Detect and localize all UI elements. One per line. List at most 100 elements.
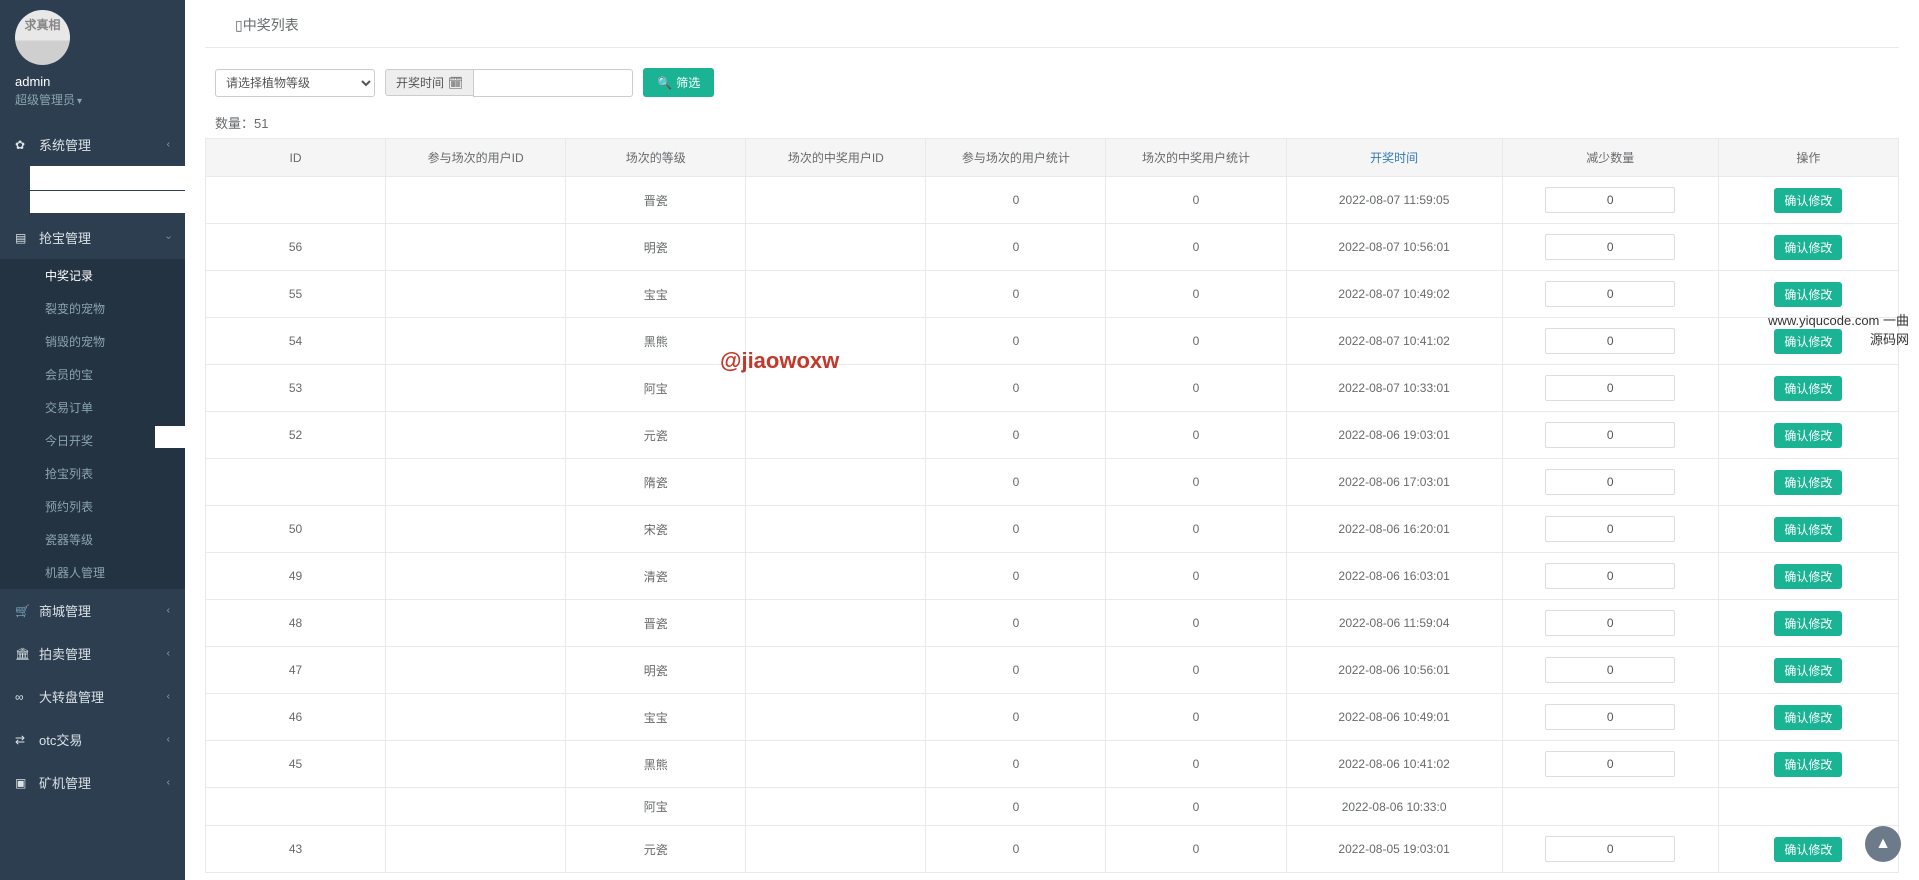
table-cell: 0 (1106, 459, 1286, 506)
col-win-stat[interactable]: 场次的中奖用户统计 (1106, 139, 1286, 177)
table-cell (746, 741, 926, 788)
table-cell (746, 647, 926, 694)
table-row: 49清瓷002022-08-06 16:03:01确认修改 (206, 553, 1899, 600)
confirm-button[interactable]: 确认修改 (1774, 517, 1842, 542)
qty-input[interactable] (1545, 657, 1675, 683)
sidebar-item-system[interactable]: ✿ 系统管理 ‹ (0, 123, 185, 166)
table-cell: 0 (926, 826, 1106, 873)
date-input[interactable] (473, 69, 633, 97)
sidebar-subitem[interactable]: 会员的宝 (0, 358, 185, 391)
col-user-stat[interactable]: 参与场次的用户统计 (926, 139, 1106, 177)
qty-input[interactable] (1545, 328, 1675, 354)
table-cell: 0 (1106, 412, 1286, 459)
qty-input[interactable] (1545, 563, 1675, 589)
qty-input[interactable] (1545, 610, 1675, 636)
table-cell (746, 177, 926, 224)
table-cell: 0 (926, 506, 1106, 553)
table-cell (746, 694, 926, 741)
qty-input[interactable] (1545, 281, 1675, 307)
table-cell: 2022-08-06 10:49:01 (1286, 694, 1502, 741)
confirm-button[interactable]: 确认修改 (1774, 376, 1842, 401)
sidebar-item-otc[interactable]: ⇄ otc交易 ‹ (0, 718, 185, 761)
table-row: 43元瓷002022-08-05 19:03:01确认修改 (206, 826, 1899, 873)
qty-input[interactable] (1545, 234, 1675, 260)
sidebar-item-label: 矿机管理 (39, 773, 91, 792)
table-cell (386, 694, 566, 741)
qty-input[interactable] (1545, 836, 1675, 862)
col-level[interactable]: 场次的等级 (566, 139, 746, 177)
sidebar-item-miner[interactable]: ▣ 矿机管理 ‹ (0, 761, 185, 804)
filter-button[interactable]: 🔍 筛选 (643, 68, 714, 97)
confirm-button[interactable]: 确认修改 (1774, 837, 1842, 862)
confirm-button[interactable]: 确认修改 (1774, 235, 1842, 260)
role-dropdown[interactable]: 超级管理员▾ (15, 91, 170, 108)
sidebar-subitem[interactable]: 瓷器等级 (0, 523, 185, 556)
col-win-user[interactable]: 场次的中奖用户ID (746, 139, 926, 177)
scroll-top-button[interactable]: ▲ (1865, 826, 1901, 862)
operate-cell: 确认修改 (1718, 365, 1898, 412)
operate-cell: 确认修改 (1718, 553, 1898, 600)
confirm-button[interactable]: 确认修改 (1774, 611, 1842, 636)
table-cell: 0 (926, 459, 1106, 506)
sidebar-subitem[interactable]: 裂变的宠物 (0, 292, 185, 325)
col-open-time[interactable]: 开奖时间 (1286, 139, 1502, 177)
confirm-button[interactable]: 确认修改 (1774, 658, 1842, 683)
chevron-left-icon: ‹ (167, 777, 170, 788)
col-operate[interactable]: 操作 (1718, 139, 1898, 177)
confirm-button[interactable]: 确认修改 (1774, 329, 1842, 354)
search-icon: 🔍 (657, 76, 672, 90)
qty-cell (1502, 600, 1718, 647)
table-cell: 宋瓷 (566, 506, 746, 553)
chevron-left-icon: ‹ (167, 734, 170, 745)
confirm-button[interactable]: 确认修改 (1774, 423, 1842, 448)
qty-cell (1502, 177, 1718, 224)
qty-input[interactable] (1545, 422, 1675, 448)
table-row: 晋瓷002022-08-07 11:59:05确认修改 (206, 177, 1899, 224)
qty-cell (1502, 271, 1718, 318)
table-row: 56明瓷002022-08-07 10:56:01确认修改 (206, 224, 1899, 271)
sidebar-item-wheel[interactable]: ∞ 大转盘管理 ‹ (0, 675, 185, 718)
sidebar-subitem[interactable]: 中奖记录 (0, 259, 185, 292)
sidebar-item-mall[interactable]: 🛒 商城管理 ‹ (0, 589, 185, 632)
col-id[interactable]: ID (206, 139, 386, 177)
caret-down-icon: ▾ (77, 96, 82, 107)
sidebar-item-auction[interactable]: 🏛 拍卖管理 ‹ (0, 632, 185, 675)
qty-cell (1502, 741, 1718, 788)
table-cell (206, 459, 386, 506)
sidebar: 求真相 admin 超级管理员▾ ✿ 系统管理 ‹ ▤ 抢宝管理 › 中奖记录裂… (0, 0, 185, 880)
qty-input[interactable] (1545, 516, 1675, 542)
table-row: 55宝宝002022-08-07 10:49:02确认修改 (206, 271, 1899, 318)
plant-level-select[interactable]: 请选择植物等级 (215, 69, 375, 97)
sidebar-subitem[interactable]: 交易订单 (0, 391, 185, 424)
table-cell (386, 506, 566, 553)
table-cell (386, 600, 566, 647)
table-cell: 0 (926, 365, 1106, 412)
table-cell: 0 (1106, 365, 1286, 412)
table-cell: 2022-08-06 10:41:02 (1286, 741, 1502, 788)
qty-input[interactable] (1545, 469, 1675, 495)
sidebar-subitem[interactable]: 机器人管理 (0, 556, 185, 589)
qty-input[interactable] (1545, 187, 1675, 213)
confirm-button[interactable]: 确认修改 (1774, 282, 1842, 307)
qty-input[interactable] (1545, 375, 1675, 401)
sidebar-subitem[interactable]: 销毁的宠物 (0, 325, 185, 358)
sidebar-subitem[interactable]: 预约列表 (0, 490, 185, 523)
qty-input[interactable] (1545, 751, 1675, 777)
confirm-button[interactable]: 确认修改 (1774, 470, 1842, 495)
table-cell: 2022-08-06 10:33:0 (1286, 788, 1502, 826)
table-row: 50宋瓷002022-08-06 16:20:01确认修改 (206, 506, 1899, 553)
table-cell: 47 (206, 647, 386, 694)
col-user-id[interactable]: 参与场次的用户ID (386, 139, 566, 177)
table-cell: 晋瓷 (566, 177, 746, 224)
confirm-button[interactable]: 确认修改 (1774, 188, 1842, 213)
table-cell: 2022-08-07 11:59:05 (1286, 177, 1502, 224)
sidebar-subitem[interactable]: 抢宝列表 (0, 457, 185, 490)
sidebar-item-treasure[interactable]: ▤ 抢宝管理 › (0, 216, 185, 259)
qty-input[interactable] (1545, 704, 1675, 730)
col-reduce-qty[interactable]: 减少数量 (1502, 139, 1718, 177)
filter-bar: 请选择植物等级 开奖时间 🗓 🔍 筛选 (185, 48, 1919, 107)
confirm-button[interactable]: 确认修改 (1774, 752, 1842, 777)
table-cell: 0 (926, 600, 1106, 647)
confirm-button[interactable]: 确认修改 (1774, 705, 1842, 730)
confirm-button[interactable]: 确认修改 (1774, 564, 1842, 589)
